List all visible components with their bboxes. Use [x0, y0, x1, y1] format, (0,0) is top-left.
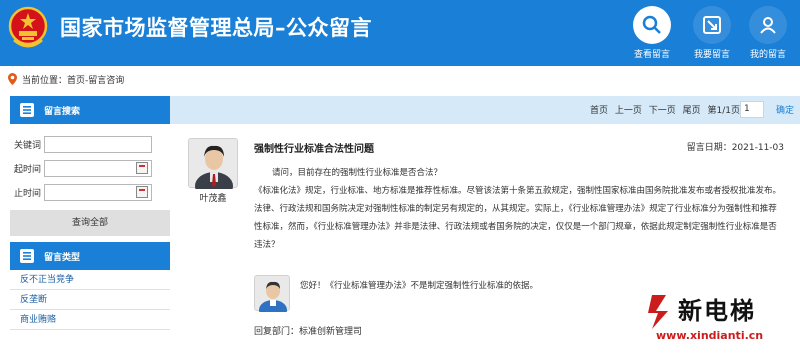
nav-view-messages[interactable]: 查看留言 [624, 6, 680, 60]
query-all-button[interactable]: 查询全部 [10, 210, 170, 236]
nav-write-message[interactable]: 我要留言 [684, 6, 740, 60]
end-date-row: 止时间 [14, 180, 170, 204]
message-body: 请问，目前存在的强制性行业标准是否合法？ 《标准化法》规定，行业标准、地方标准是… [254, 164, 784, 254]
poster-avatar [188, 138, 238, 200]
breadcrumb: 当前位置：首页-留言咨询 [0, 68, 800, 90]
keyword-label: 关键词 [14, 140, 42, 151]
nav-my-messages[interactable]: 我的留言 [740, 6, 796, 60]
list-icon [20, 249, 34, 263]
person-icon [195, 145, 233, 200]
search-panel-header: 留言搜索 [10, 96, 170, 124]
start-date-label: 起时间 [14, 164, 42, 175]
first-page-link[interactable]: 首页 [590, 106, 608, 116]
prev-page-link[interactable]: 上一页 [615, 106, 642, 116]
site-header: 国家市场监督管理总局–公众留言 查看留言 我要留言 我的留言 [0, 0, 800, 66]
search-panel-icon [20, 103, 34, 117]
page-info: 第1/1页 [707, 106, 741, 116]
nav-view-messages-label: 查看留言 [633, 50, 670, 60]
keyword-input[interactable] [44, 135, 152, 153]
nav-write-message-label: 我要留言 [693, 50, 730, 60]
type-item-unfair-competition[interactable]: 反不正当竞争 [10, 270, 170, 290]
type-panel-title: 留言类型 [44, 252, 81, 263]
poster-name: 叶茂鑫 [199, 194, 227, 204]
search-panel-title: 留言搜索 [44, 106, 81, 117]
watermark-brand: 新电梯 [678, 297, 756, 325]
user-icon [749, 6, 787, 44]
last-page-link[interactable]: 尾页 [683, 106, 701, 116]
next-page-link[interactable]: 下一页 [649, 106, 676, 116]
sidebar: 留言搜索 关键词 起时间 止时间 查询全部 留言类型 反不正当竞争 反垄断 商业… [10, 96, 170, 355]
national-emblem-icon [8, 6, 48, 48]
person-icon [259, 281, 287, 320]
type-item-antitrust[interactable]: 反垄断 [10, 290, 170, 310]
message-question: 请问，目前存在的强制性行业标准是否合法？ [272, 168, 443, 178]
breadcrumb-label: 当前位置 [22, 75, 59, 86]
search-icon [633, 6, 671, 44]
type-panel-header: 留言类型 [10, 242, 170, 270]
message-title: 强制性行业标准合法性问题 [254, 144, 374, 155]
message-date: 留言日期：2021-11-03 [686, 143, 784, 153]
message-detail: 《标准化法》规定，行业标准、地方标准是推荐性标准。尽管该法第十条第五款规定，强制… [254, 186, 782, 250]
reply-text: 您好！《行业标准管理办法》不是制定强制性行业标准的依据。 [300, 281, 539, 291]
end-date-label: 止时间 [14, 188, 42, 199]
brand-logo-icon [648, 295, 668, 329]
start-date-row: 起时间 [14, 156, 170, 180]
search-form: 关键词 起时间 止时间 [10, 124, 170, 204]
reply-avatar [254, 275, 290, 320]
go-button[interactable]: 确定 [776, 103, 794, 116]
edit-icon [693, 6, 731, 44]
nav-my-messages-label: 我的留言 [749, 50, 786, 60]
breadcrumb-path[interactable]: 首页-留言咨询 [67, 73, 124, 86]
watermark: 新电梯 www.xindianti.cn [646, 289, 786, 351]
pagination-links: 首页 上一页 下一页 尾页 第1/1页 [586, 103, 740, 116]
watermark-url: www.xindianti.cn [656, 329, 764, 342]
pagination-bar: 首页 上一页 下一页 尾页 第1/1页 1 确定 [170, 96, 800, 124]
site-title: 国家市场监督管理总局–公众留言 [60, 16, 372, 40]
location-pin-icon [8, 73, 17, 85]
page-number-input[interactable]: 1 [740, 101, 764, 118]
type-item-commercial-bribery[interactable]: 商业贿赂 [10, 310, 170, 330]
calendar-icon[interactable] [136, 162, 148, 174]
reply-department: 回复部门：标准创新管理司 [254, 327, 363, 337]
keyword-row: 关键词 [14, 132, 170, 156]
calendar-icon[interactable] [136, 186, 148, 198]
